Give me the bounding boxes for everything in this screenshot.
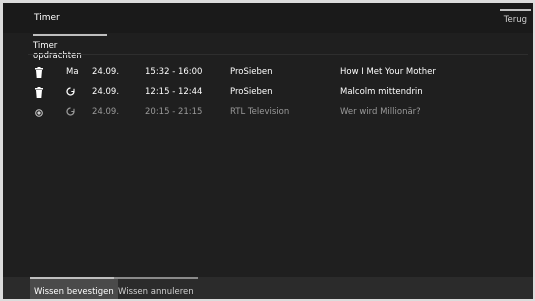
timer-program-title: Wer wird Millionär? bbox=[340, 107, 421, 117]
tv-screen: Timer Terug Timer opdrachten Ma 24.09. 1… bbox=[0, 0, 535, 301]
repeat-icon bbox=[66, 87, 75, 99]
timer-date: 24.09. bbox=[92, 87, 120, 97]
timer-time: 12:15 - 12:44 bbox=[145, 87, 203, 97]
timer-date: 24.09. bbox=[92, 67, 120, 77]
timer-time: 15:32 - 16:00 bbox=[145, 67, 203, 77]
timer-time: 20:15 - 21:15 bbox=[145, 107, 203, 117]
timer-date: 24.09. bbox=[92, 107, 120, 117]
back-button[interactable]: Terug bbox=[499, 9, 531, 29]
timer-program-title: How I Met Your Mother bbox=[340, 67, 436, 77]
header-bar: Timer Terug bbox=[3, 3, 533, 33]
trash-icon[interactable] bbox=[34, 67, 44, 79]
repeat-icon bbox=[66, 107, 75, 119]
timer-row[interactable]: Ma 24.09. 15:32 - 16:00 ProSieben How I … bbox=[0, 64, 535, 82]
confirm-delete-button[interactable]: Wissen bevestigen bbox=[30, 277, 118, 299]
weekday-label: Ma bbox=[66, 67, 79, 77]
section-divider bbox=[28, 54, 528, 55]
timer-program-title: Malcolm mittendrin bbox=[340, 87, 423, 97]
timer-channel: RTL Television bbox=[230, 107, 290, 117]
cancel-delete-button[interactable]: Wissen annuleren bbox=[114, 277, 198, 299]
page-title: Timer bbox=[34, 13, 60, 23]
record-icon bbox=[34, 107, 44, 119]
footer-bar: Wissen bevestigen Wissen annuleren bbox=[3, 277, 533, 299]
timer-row[interactable]: 24.09. 20:15 - 21:15 RTL Television Wer … bbox=[0, 104, 535, 122]
screen-border-left bbox=[0, 0, 3, 301]
timer-channel: ProSieben bbox=[230, 87, 273, 97]
trash-icon[interactable] bbox=[34, 87, 44, 99]
timer-channel: ProSieben bbox=[230, 67, 273, 77]
timer-row[interactable]: 24.09. 12:15 - 12:44 ProSieben Malcolm m… bbox=[0, 84, 535, 102]
tab-timer-assignments[interactable]: Timer opdrachten bbox=[33, 34, 107, 61]
